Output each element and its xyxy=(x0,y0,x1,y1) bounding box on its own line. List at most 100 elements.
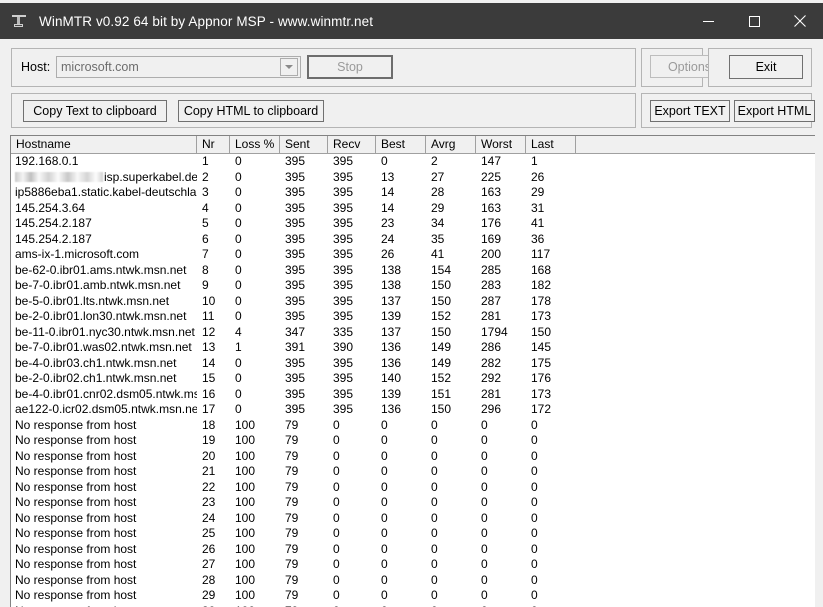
cell-worst: 147 xyxy=(481,154,502,169)
table-row[interactable]: No response from host 27 100 79 0 0 0 0 0 xyxy=(11,557,815,573)
table-row[interactable]: No response from host 22 100 79 0 0 0 0 0 xyxy=(11,480,815,496)
cell-worst: 169 xyxy=(481,231,502,246)
table-row[interactable]: ae122-0.icr02.dsm05.ntwk.msn.net 17 0 395 39… xyxy=(11,402,815,418)
cell-hostname: be-2-0.ibr02.ch1.ntwk.msn.net xyxy=(15,371,177,386)
table-row[interactable]: No response from host 23 100 79 0 0 0 0 0 xyxy=(11,495,815,511)
cell-loss: 0 xyxy=(235,216,242,231)
cell-hostname: 192.168.0.1 xyxy=(15,154,79,169)
cell-best: 137 xyxy=(381,324,402,339)
table-row[interactable]: 145.254.3.64 4 0 395 395 14 29 163 31 xyxy=(11,201,815,217)
window-title: WinMTR v0.92 64 bit by Appnor MSP - www.… xyxy=(39,13,374,29)
window-controls xyxy=(685,3,823,39)
column-header-best[interactable]: Best xyxy=(376,136,426,153)
cell-recv: 0 xyxy=(333,541,340,556)
cell-last: 29 xyxy=(531,185,545,200)
cell-best: 0 xyxy=(381,495,388,510)
cell-worst: 0 xyxy=(481,464,488,479)
table-row[interactable]: be-11-0.ibr01.nyc30.ntwk.msn.net 12 4 347 33… xyxy=(11,325,815,341)
cell-hostname: No response from host xyxy=(15,433,137,448)
table-row[interactable]: be-4-0.ibr03.ch1.ntwk.msn.net 14 0 395 395 13… xyxy=(11,356,815,372)
cell-last: 178 xyxy=(531,293,552,308)
cell-recv: 395 xyxy=(333,309,354,324)
cell-recv: 395 xyxy=(333,293,354,308)
cell-avrg: 150 xyxy=(431,402,452,417)
cell-nr: 3 xyxy=(202,185,209,200)
cell-sent: 79 xyxy=(285,588,299,603)
copy-text-button[interactable]: Copy Text to clipboard xyxy=(23,100,167,122)
column-header-avrg[interactable]: Avrg xyxy=(426,136,476,153)
cell-worst: 163 xyxy=(481,185,502,200)
cell-hostname: No response from host xyxy=(15,510,137,525)
table-row[interactable]: isp.superkabel.de 2 0 395 395 13 27 225 26 xyxy=(11,170,815,186)
host-input[interactable]: microsoft.com xyxy=(56,56,301,78)
cell-last: 0 xyxy=(531,417,538,432)
table-row[interactable]: 145.254.2.187 6 0 395 395 24 35 169 36 xyxy=(11,232,815,248)
cell-recv: 395 xyxy=(333,200,354,215)
table-row[interactable]: be-2-0.ibr02.ch1.ntwk.msn.net 15 0 395 395 14… xyxy=(11,371,815,387)
table-row[interactable]: No response from host 20 100 79 0 0 0 0 0 xyxy=(11,449,815,465)
host-input-value[interactable]: microsoft.com xyxy=(57,60,280,74)
table-row[interactable]: No response from host 18 100 79 0 0 0 0 0 xyxy=(11,418,815,434)
table-row[interactable]: No response from host 21 100 79 0 0 0 0 0 xyxy=(11,464,815,480)
cell-nr: 25 xyxy=(202,526,216,541)
export-text-button[interactable]: Export TEXT xyxy=(650,100,730,122)
chevron-down-icon[interactable] xyxy=(280,58,298,76)
cell-best: 13 xyxy=(381,169,395,184)
cell-nr: 16 xyxy=(202,386,216,401)
column-header-recv[interactable]: Recv xyxy=(328,136,376,153)
cell-worst: 225 xyxy=(481,169,502,184)
cell-best: 138 xyxy=(381,262,402,277)
export-html-button[interactable]: Export HTML xyxy=(734,100,815,122)
table-row[interactable]: be-2-0.ibr01.lon30.ntwk.msn.net 11 0 395 395… xyxy=(11,309,815,325)
cell-recv: 395 xyxy=(333,371,354,386)
table-row[interactable]: No response from host301007900000 xyxy=(11,604,815,607)
stop-button[interactable]: Stop xyxy=(307,55,393,79)
cell-worst: 0 xyxy=(481,448,488,463)
host-panel: Host: microsoft.com Stop xyxy=(11,48,636,87)
cell-best: 26 xyxy=(381,247,395,262)
table-row[interactable]: No response from host 24 100 79 0 0 0 0 0 xyxy=(11,511,815,527)
cell-avrg: 41 xyxy=(431,247,445,262)
cell-last: 0 xyxy=(531,464,538,479)
table-row[interactable]: 145.254.2.187 5 0 395 395 23 34 176 41 xyxy=(11,216,815,232)
cell-best: 0 xyxy=(381,464,388,479)
table-row[interactable]: 192.168.0.1 1 0 395 395 0 2 147 1 xyxy=(11,154,815,170)
table-body: 192.168.0.1 1 0 395 395 0 2 147 1 isp.superkabel.… xyxy=(11,154,815,607)
cell-loss: 0 xyxy=(235,200,242,215)
column-header-last[interactable]: Last xyxy=(526,136,576,153)
cell-sent: 395 xyxy=(285,200,306,215)
table-row[interactable]: be-7-0.ibr01.amb.ntwk.msn.net 9 0 395 395 138… xyxy=(11,278,815,294)
column-header-hostname[interactable]: Hostname xyxy=(11,136,197,153)
table-row[interactable]: No response from host 26 100 79 0 0 0 0 0 xyxy=(11,542,815,558)
maximize-icon[interactable] xyxy=(731,3,777,39)
cell-avrg: 29 xyxy=(431,200,445,215)
cell-sent: 79 xyxy=(285,572,299,587)
table-row[interactable]: No response from host 19 100 79 0 0 0 0 0 xyxy=(11,433,815,449)
cell-last: 26 xyxy=(531,169,545,184)
table-row[interactable]: be-4-0.ibr01.cnr02.dsm05.ntwk.msn.... 16 0… xyxy=(11,387,815,403)
table-row[interactable]: No response from host 28 100 79 0 0 0 0 0 xyxy=(11,573,815,589)
cell-best: 139 xyxy=(381,309,402,324)
cell-avrg: 151 xyxy=(431,386,452,401)
table-row[interactable]: No response from host 25 100 79 0 0 0 0 0 xyxy=(11,526,815,542)
column-header-loss[interactable]: Loss % xyxy=(230,136,280,153)
cell-avrg: 0 xyxy=(431,417,438,432)
copy-html-button[interactable]: Copy HTML to clipboard xyxy=(178,100,324,122)
column-header-nr[interactable]: Nr xyxy=(197,136,230,153)
cell-worst: 0 xyxy=(481,557,488,572)
minimize-icon[interactable] xyxy=(685,3,731,39)
table-row[interactable]: ams-ix-1.microsoft.com 7 0 395 395 26 41 200 117 xyxy=(11,247,815,263)
cell-worst: 0 xyxy=(481,495,488,510)
table-row[interactable]: ip5886eba1.static.kabel-deutschland... 3 0… xyxy=(11,185,815,201)
column-header-sent[interactable]: Sent xyxy=(280,136,328,153)
cell-recv: 0 xyxy=(333,417,340,432)
trace-results-list[interactable]: Hostname Nr Loss % Sent Recv Best Avrg Worst Las… xyxy=(10,135,815,607)
cell-nr: 27 xyxy=(202,557,216,572)
close-icon[interactable] xyxy=(777,3,823,39)
table-row[interactable]: be-7-0.ibr01.was02.ntwk.msn.net 13 1 391 390… xyxy=(11,340,815,356)
column-header-worst[interactable]: Worst xyxy=(476,136,526,153)
table-row[interactable]: be-62-0.ibr01.ams.ntwk.msn.net 8 0 395 395 13… xyxy=(11,263,815,279)
table-row[interactable]: No response from host 29 100 79 0 0 0 0 0 xyxy=(11,588,815,604)
table-row[interactable]: be-5-0.ibr01.lts.ntwk.msn.net 10 0 395 395 13… xyxy=(11,294,815,310)
exit-button[interactable]: Exit xyxy=(729,55,803,79)
